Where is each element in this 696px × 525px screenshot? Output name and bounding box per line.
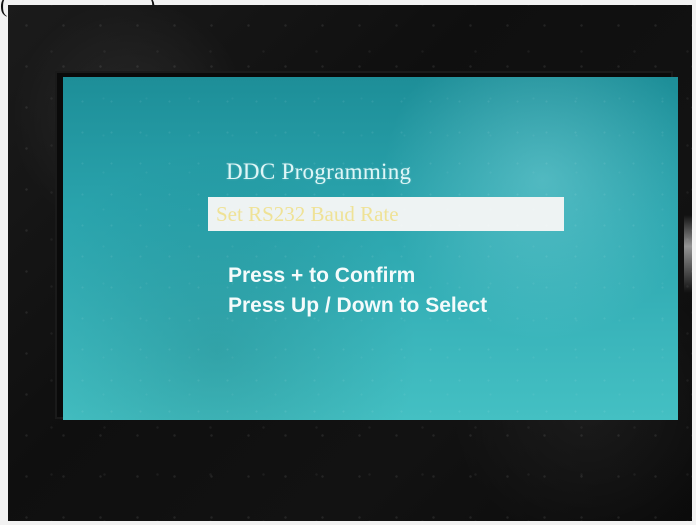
menu-item-set-rs232-baud-rate[interactable]: Set RS232 Baud Rate	[208, 197, 564, 231]
menu-item-label: Set RS232 Baud Rate	[216, 202, 399, 226]
edge-reflection	[684, 215, 692, 293]
instruction-select: Press Up / Down to Select	[228, 294, 488, 317]
monitor-photo: DDC Programming Set RS232 Baud Rate Pres…	[8, 5, 692, 521]
instruction-confirm: Press + to Confirm	[228, 264, 416, 287]
menu-title: DDC Programming	[226, 159, 412, 184]
top-left-paren: (	[0, 0, 8, 17]
osd-screen: DDC Programming Set RS232 Baud Rate Pres…	[63, 77, 678, 420]
instructions: Press + to Confirm Press Up / Down to Se…	[228, 261, 487, 321]
